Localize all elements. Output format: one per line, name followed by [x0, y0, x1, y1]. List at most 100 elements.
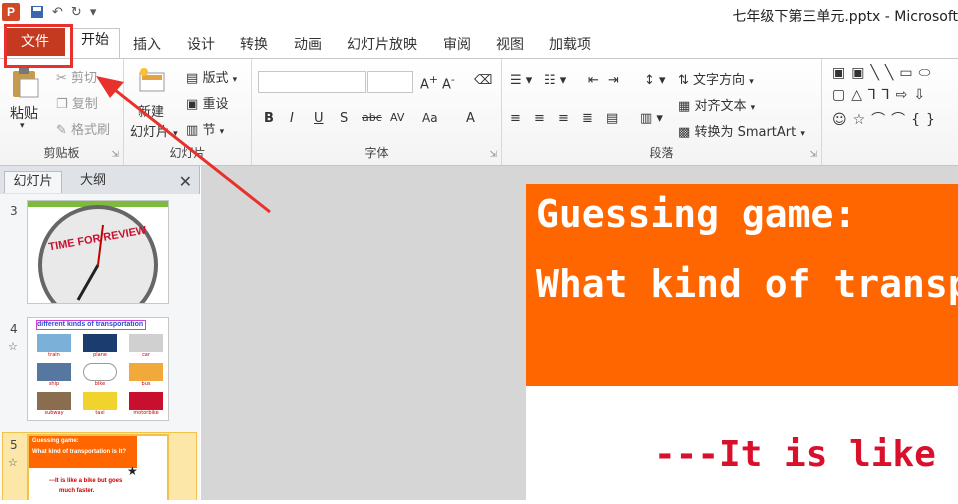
tab-view[interactable]: 视图 — [496, 34, 524, 54]
slide-number: 3 — [10, 204, 18, 218]
slides-group-label: 幻灯片 — [169, 146, 206, 160]
clipboard-group-label: 剪贴板 — [43, 146, 80, 160]
char-spacing-button[interactable]: AV — [390, 111, 404, 124]
powerpoint-app-icon[interactable]: P — [2, 3, 20, 21]
align-center-icon[interactable]: ≡ — [534, 111, 545, 126]
grow-font-icon[interactable]: A+ — [420, 73, 438, 92]
dialog-launcher-icon[interactable]: ⇲ — [489, 150, 497, 160]
shadow-button[interactable]: S — [340, 111, 348, 126]
align-text-button[interactable]: ▦ 对齐文本 ▾ — [678, 95, 755, 114]
slide-number: 5 — [10, 438, 18, 452]
slide-title-line-2[interactable]: What kind of transpo — [536, 262, 958, 306]
star-icon: ★ — [127, 464, 138, 478]
font-color-button[interactable]: A — [466, 111, 475, 126]
font-group-label: 字体 — [364, 146, 389, 160]
slide-thumbnail-4[interactable]: different kinds of transportation train … — [27, 317, 169, 421]
dialog-launcher-icon[interactable]: ⇲ — [111, 150, 119, 160]
paste-button[interactable]: 粘贴 — [10, 103, 38, 123]
paste-dropdown-icon[interactable]: ▾ — [20, 121, 25, 131]
text-direction-button[interactable]: ⇅ 文字方向 ▾ — [678, 69, 754, 88]
paragraph-group: ☰ ▾ ☷ ▾ ⇤ ⇥ ↕ ▾ ⇅ 文字方向 ▾ ▦ 对齐文本 ▾ ▩ 转换为 … — [502, 59, 822, 165]
customize-icon[interactable]: ▾ — [90, 5, 97, 23]
slide-number: 4 — [10, 322, 18, 336]
new-slide-dropdown[interactable]: 幻灯片 ▾ — [130, 121, 178, 140]
slide-editor: Guessing game: What kind of transpo ---I… — [201, 166, 958, 504]
new-slide-button[interactable]: 新建 — [138, 101, 164, 120]
reset-icon: ▣ — [186, 97, 199, 112]
document-title: 七年级下第三单元.pptx - Microsoft — [732, 9, 958, 25]
tab-insert[interactable]: 插入 — [133, 34, 161, 54]
dropdown-arrow-icon: ▾ — [173, 129, 178, 139]
tab-slideshow[interactable]: 幻灯片放映 — [347, 34, 417, 54]
ribbon: 粘贴 ▾ ✂ 剪切 ❐ 复制 ✎ 格式刷 剪贴板 ⇲ 新建 幻灯片 ▾ ▤ 版式… — [0, 58, 958, 166]
layout-icon: ▤ — [186, 71, 199, 86]
dialog-launcher-icon[interactable]: ⇲ — [809, 150, 817, 160]
paste-icon[interactable] — [10, 67, 40, 103]
shapes-gallery[interactable]: ▣▣╲╲▭⬭ ▢△⅂⅂⇨⇩ ☺☆⌒⌒{} — [828, 59, 958, 165]
tab-addins[interactable]: 加载项 — [549, 34, 591, 54]
bullets-icon[interactable]: ☰ ▾ — [510, 73, 532, 88]
tab-slides[interactable]: 幻灯片 — [4, 171, 62, 193]
tab-animations[interactable]: 动画 — [294, 34, 322, 54]
clipboard-group: 粘贴 ▾ ✂ 剪切 ❐ 复制 ✎ 格式刷 剪贴板 ⇲ — [0, 59, 124, 165]
tab-design[interactable]: 设计 — [187, 34, 215, 54]
tab-review[interactable]: 审阅 — [443, 34, 471, 54]
shapes-row-1[interactable]: ▣▣╲╲▭⬭ — [832, 65, 937, 81]
scissors-icon: ✂ — [56, 71, 67, 86]
animation-star-icon: ☆ — [8, 340, 18, 353]
animation-star-icon: ☆ — [8, 456, 18, 469]
close-icon[interactable]: ✕ — [179, 172, 192, 191]
increase-indent-icon[interactable]: ⇥ — [608, 73, 619, 88]
tab-home[interactable]: 开始 — [70, 28, 120, 59]
font-group: A+ A- ⌫ B I U S abc AV Aa A 字体 ⇲ — [252, 59, 502, 165]
justify-icon[interactable]: ≣ — [582, 111, 593, 126]
shrink-font-icon[interactable]: A- — [442, 73, 455, 92]
slide-thumbnail-5[interactable]: Guessing game: What kind of transportati… — [27, 434, 169, 500]
clock-image — [38, 205, 158, 303]
change-case-button[interactable]: Aa — [422, 111, 438, 125]
align-left-icon[interactable]: ≡ — [510, 111, 521, 126]
slides-group: 新建 幻灯片 ▾ ▤ 版式 ▾ ▣ 重设 ▥ 节 ▾ 幻灯片 — [124, 59, 252, 165]
decrease-indent-icon[interactable]: ⇤ — [588, 73, 599, 88]
numbering-icon[interactable]: ☷ ▾ — [544, 73, 566, 88]
shapes-row-2[interactable]: ▢△⅂⅂⇨⇩ — [832, 87, 931, 103]
slide-title-line-1[interactable]: Guessing game: — [536, 192, 856, 236]
format-painter-button[interactable]: ✎ 格式刷 — [56, 119, 110, 138]
align-right-icon[interactable]: ≡ — [558, 111, 569, 126]
layout-button[interactable]: ▤ 版式 ▾ — [186, 67, 237, 86]
section-button[interactable]: ▥ 节 ▾ — [186, 119, 224, 138]
current-slide[interactable]: Guessing game: What kind of transpo ---I… — [526, 184, 958, 504]
annotation-highlight-box — [4, 24, 73, 68]
italic-button[interactable]: I — [290, 111, 294, 126]
bold-button[interactable]: B — [264, 111, 274, 126]
clear-formatting-icon[interactable]: ⌫ — [474, 73, 492, 88]
copy-button[interactable]: ❐ 复制 — [56, 93, 98, 112]
columns-icon[interactable]: ▥ ▾ — [640, 111, 663, 126]
smartart-icon: ▩ — [678, 125, 691, 140]
undo-icon[interactable]: ↶ — [52, 5, 63, 23]
transport-grid: train plane car ship bike bus subway tax… — [32, 334, 168, 419]
text-direction-icon: ⇅ — [678, 73, 689, 88]
slide-thumbnails: 3 TIME FOR REVIEW 4 ☆ different kinds of… — [0, 194, 200, 500]
underline-button[interactable]: U — [314, 111, 324, 126]
slide-thumbnail-3[interactable]: TIME FOR REVIEW — [27, 200, 169, 304]
line-spacing-icon[interactable]: ↕ ▾ — [644, 73, 666, 88]
distributed-icon[interactable]: ▤ — [606, 111, 618, 126]
brush-icon: ✎ — [56, 123, 67, 138]
font-size-box[interactable] — [367, 71, 413, 97]
convert-smartart-button[interactable]: ▩ 转换为 SmartArt ▾ — [678, 121, 805, 140]
tab-transitions[interactable]: 转换 — [240, 34, 268, 54]
font-name-box[interactable] — [258, 71, 366, 97]
cut-button[interactable]: ✂ 剪切 — [56, 67, 97, 86]
strikethrough-button[interactable]: abc — [362, 111, 382, 124]
slide-body-text[interactable]: ---It is like a b — [654, 434, 958, 475]
save-icon[interactable] — [30, 5, 44, 23]
redo-icon[interactable]: ↻ — [71, 5, 82, 23]
tab-outline[interactable]: 大纲 — [62, 171, 124, 193]
new-slide-icon[interactable] — [138, 67, 168, 99]
section-icon: ▥ — [186, 123, 199, 138]
paragraph-group-label: 段落 — [649, 146, 674, 160]
title-bar: P ↶ ↻ ▾ 七年级下第三单元.pptx - Microsoft — [0, 0, 958, 28]
shapes-row-3[interactable]: ☺☆⌒⌒{} — [832, 109, 941, 129]
reset-button[interactable]: ▣ 重设 — [186, 93, 228, 112]
